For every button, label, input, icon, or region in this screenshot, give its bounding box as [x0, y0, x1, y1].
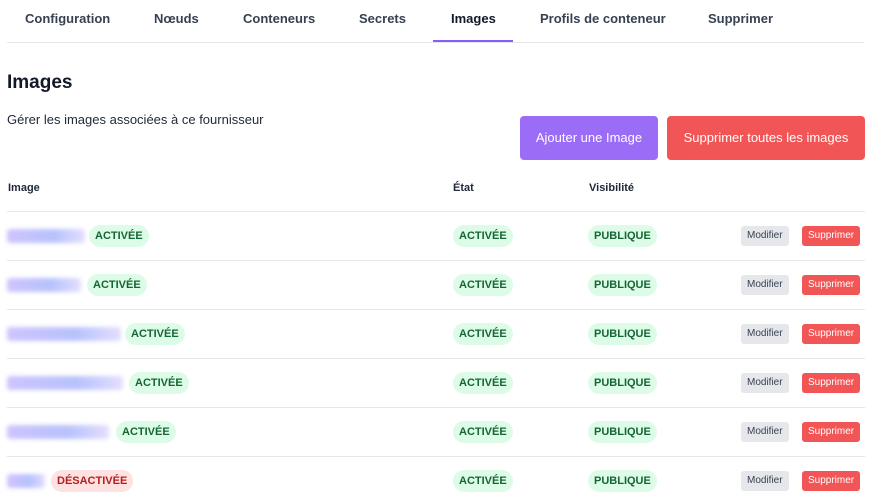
tab-configuration[interactable]: Configuration: [25, 0, 110, 42]
visibility-badge: PUBLIQUE: [588, 274, 657, 296]
page-subtitle: Gérer les images associées à ce fourniss…: [7, 112, 264, 127]
delete-button[interactable]: Supprimer: [802, 471, 861, 491]
edit-button[interactable]: Modifier: [741, 373, 789, 393]
visibility-badge: PUBLIQUE: [588, 323, 657, 345]
visibility-badge: PUBLIQUE: [588, 372, 657, 394]
delete-button[interactable]: Supprimer: [802, 422, 861, 442]
visibility-badge: PUBLIQUE: [588, 421, 657, 443]
edit-button[interactable]: Modifier: [741, 275, 789, 295]
delete-button[interactable]: Supprimer: [802, 373, 861, 393]
delete-button[interactable]: Supprimer: [802, 226, 861, 246]
state-badge: ACTIVÉE: [453, 274, 513, 296]
image-name-redacted: [7, 425, 109, 439]
image-status-badge: ACTIVÉE: [87, 274, 147, 296]
table-row: ACTIVÉE ACTIVÉE PUBLIQUE Modifier Suppri…: [7, 358, 865, 407]
state-badge: ACTIVÉE: [453, 372, 513, 394]
tab-supprimer[interactable]: Supprimer: [708, 0, 773, 42]
image-status-badge: ACTIVÉE: [89, 225, 149, 247]
tab-secrets[interactable]: Secrets: [359, 0, 406, 42]
edit-button[interactable]: Modifier: [741, 422, 789, 442]
edit-button[interactable]: Modifier: [741, 471, 789, 491]
tab-images[interactable]: Images: [433, 0, 513, 42]
state-badge: ACTIVÉE: [453, 323, 513, 345]
column-header-image: Image: [8, 182, 40, 194]
tab-profils-de-conteneur[interactable]: Profils de conteneur: [540, 0, 666, 42]
page-title: Images: [7, 72, 73, 93]
table-row: ACTIVÉE ACTIVÉE PUBLIQUE Modifier Suppri…: [7, 407, 865, 456]
state-badge: ACTIVÉE: [453, 225, 513, 247]
table-row: ACTIVÉE ACTIVÉE PUBLIQUE Modifier Suppri…: [7, 211, 865, 260]
tab-bar: Configuration Nœuds Conteneurs Secrets I…: [7, 0, 864, 43]
delete-all-images-button[interactable]: Supprimer toutes les images: [667, 116, 865, 160]
image-name-redacted: [7, 229, 85, 243]
delete-button[interactable]: Supprimer: [802, 275, 861, 295]
tab-conteneurs[interactable]: Conteneurs: [243, 0, 315, 42]
table-row: ACTIVÉE ACTIVÉE PUBLIQUE Modifier Suppri…: [7, 309, 865, 358]
image-status-badge: ACTIVÉE: [129, 372, 189, 394]
image-name-redacted: [7, 278, 81, 292]
edit-button[interactable]: Modifier: [741, 226, 789, 246]
image-status-badge: ACTIVÉE: [125, 323, 185, 345]
add-image-button[interactable]: Ajouter une Image: [520, 116, 658, 160]
image-name-redacted: [7, 327, 121, 341]
edit-button[interactable]: Modifier: [741, 324, 789, 344]
visibility-badge: PUBLIQUE: [588, 470, 657, 492]
delete-button[interactable]: Supprimer: [802, 324, 861, 344]
table-row: ACTIVÉE ACTIVÉE PUBLIQUE Modifier Suppri…: [7, 260, 865, 309]
image-status-badge: DÉSACTIVÉE: [51, 470, 134, 492]
column-header-state: État: [453, 182, 474, 194]
image-name-redacted: [7, 474, 45, 488]
state-badge: ACTIVÉE: [453, 470, 513, 492]
state-badge: ACTIVÉE: [453, 421, 513, 443]
image-name-redacted: [7, 376, 123, 390]
image-status-badge: ACTIVÉE: [116, 421, 176, 443]
table-row: DÉSACTIVÉE ACTIVÉE PUBLIQUE Modifier Sup…: [7, 456, 865, 502]
column-header-visibility: Visibilité: [589, 182, 635, 194]
visibility-badge: PUBLIQUE: [588, 225, 657, 247]
tab-noeuds[interactable]: Nœuds: [154, 0, 199, 42]
